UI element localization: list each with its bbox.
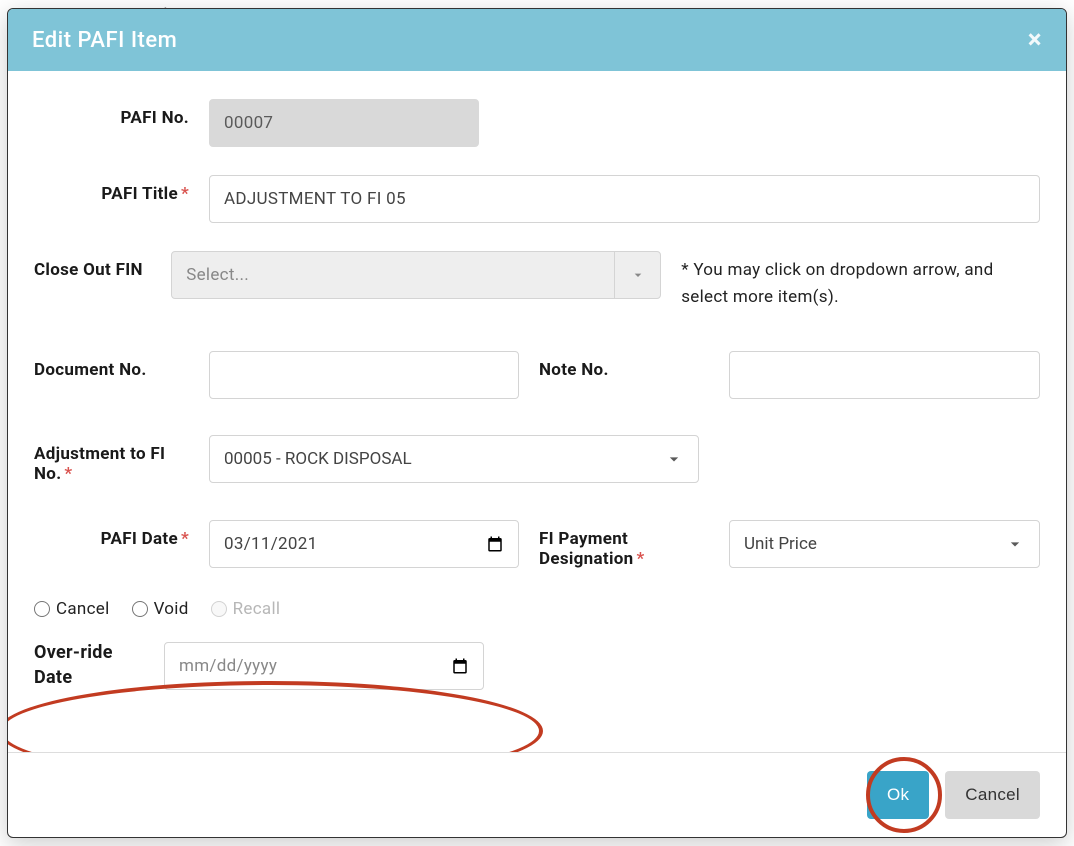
close-out-fin-placeholder: Select...	[186, 265, 249, 285]
pafi-date-input[interactable]: 03/11/2021	[209, 520, 519, 568]
ok-button[interactable]: Ok	[867, 771, 929, 819]
label-document-no: Document No.	[34, 351, 189, 380]
pafi-title-input[interactable]: ADJUSTMENT TO FI 05	[209, 175, 1040, 223]
calendar-icon	[486, 535, 504, 553]
adjustment-to-fi-no-select[interactable]: 00005 - ROCK DISPOSAL	[209, 435, 699, 483]
label-override-date: Over-ride Date	[34, 641, 144, 690]
modal-footer: Ok Cancel	[8, 752, 1066, 837]
chevron-down-icon	[664, 449, 684, 469]
adjustment-to-fi-no-value: 00005 - ROCK DISPOSAL	[224, 449, 412, 469]
chevron-down-icon	[630, 267, 646, 283]
label-adjustment-to-fi-no: Adjustment to FI No.*	[34, 435, 189, 484]
annotation-override-ellipse	[8, 681, 543, 752]
close-out-fin-hint: * You may click on dropdown arrow, and s…	[681, 251, 1040, 311]
label-pafi-no: PAFI No.	[34, 99, 189, 128]
pafi-date-value: 03/11/2021	[224, 534, 317, 554]
radio-void-input[interactable]	[132, 601, 148, 617]
label-pafi-title: PAFI Title*	[34, 175, 189, 204]
pafi-no-readonly: 00007	[209, 99, 479, 147]
cancel-button[interactable]: Cancel	[945, 771, 1040, 819]
radio-void[interactable]: Void	[132, 599, 189, 619]
fi-payment-designation-value: Unit Price	[744, 534, 817, 554]
note-no-input[interactable]	[729, 351, 1040, 399]
radio-cancel[interactable]: Cancel	[34, 599, 110, 619]
override-date-input[interactable]: mm/dd/yyyy	[164, 642, 484, 690]
override-date-row: Over-ride Date mm/dd/yyyy	[34, 641, 1040, 690]
fi-payment-designation-select[interactable]: Unit Price	[729, 520, 1040, 568]
calendar-icon	[451, 657, 469, 675]
modal-header: Edit PAFI Item ×	[8, 9, 1066, 71]
override-date-placeholder: mm/dd/yyyy	[179, 656, 277, 676]
modal-body: PAFI No. 00007 PAFI Title* ADJUSTMENT TO…	[8, 71, 1066, 752]
status-radio-group: Cancel Void Recall	[34, 599, 1040, 619]
chevron-down-icon	[1005, 534, 1025, 554]
edit-pafi-modal: Edit PAFI Item × PAFI No. 00007 PAFI Tit…	[7, 8, 1067, 838]
label-note-no: Note No.	[539, 351, 709, 380]
radio-cancel-input[interactable]	[34, 601, 50, 617]
radio-recall: Recall	[211, 599, 281, 619]
label-close-out-fin: Close Out FIN	[34, 251, 151, 280]
dropdown-caret[interactable]	[614, 252, 660, 298]
close-icon[interactable]: ×	[1028, 27, 1042, 53]
label-pafi-date: PAFI Date*	[34, 520, 189, 549]
close-out-fin-select[interactable]: Select...	[171, 251, 661, 299]
label-fi-payment-designation: FI Payment Designation*	[539, 520, 709, 569]
radio-recall-input	[211, 601, 227, 617]
modal-title: Edit PAFI Item	[32, 28, 177, 53]
document-no-input[interactable]	[209, 351, 519, 399]
